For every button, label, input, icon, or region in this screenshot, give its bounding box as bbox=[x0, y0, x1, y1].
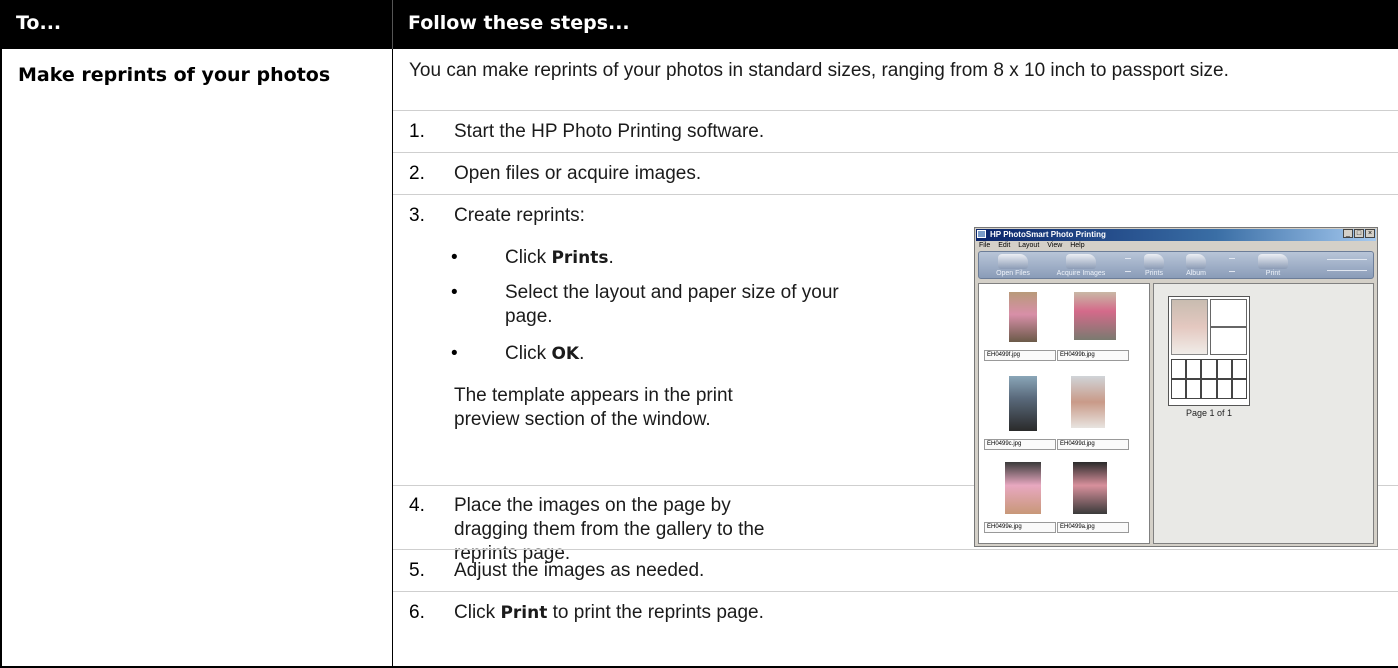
maximize-icon: □ bbox=[1354, 229, 1364, 238]
substep-text: Click Prints. bbox=[505, 247, 614, 268]
page-caption: Page 1 of 1 bbox=[1185, 408, 1233, 418]
thumbnail-photo bbox=[1009, 292, 1037, 342]
step-text: Create reprints: bbox=[454, 205, 585, 226]
toolbar-separator bbox=[1125, 258, 1131, 272]
toolbar-grip bbox=[1327, 259, 1367, 271]
toolbar-separator bbox=[1229, 258, 1235, 272]
minimize-icon: _ bbox=[1343, 229, 1353, 238]
layout-slot bbox=[1210, 299, 1247, 327]
step-number: 4. bbox=[409, 495, 425, 516]
header-steps: Follow these steps... bbox=[408, 12, 630, 34]
step-text: Click Print to print the reprints page. bbox=[454, 602, 764, 623]
menu-layout: Layout bbox=[1018, 242, 1040, 249]
step-text: Start the HP Photo Printing software. bbox=[454, 121, 765, 142]
close-icon: × bbox=[1365, 229, 1375, 238]
menu-edit: Edit bbox=[998, 242, 1011, 249]
thumbnail-photo bbox=[1074, 292, 1116, 340]
thumbnail-photo bbox=[1073, 462, 1107, 514]
album-icon bbox=[1186, 254, 1206, 269]
thumbnail-caption: EH0499e.jpg bbox=[984, 522, 1056, 533]
thumbnail-caption: EH0499f.jpg bbox=[984, 350, 1056, 361]
intro-row: You can make reprints of your photos in … bbox=[393, 49, 1398, 110]
menu-bar: File Edit Layout View Help bbox=[979, 242, 1091, 249]
keyword-prints: Prints bbox=[551, 248, 609, 268]
step-number: 5. bbox=[409, 560, 425, 581]
print-preview: Page 1 of 1 bbox=[1153, 283, 1374, 544]
toolbar-acquire-images: Acquire Images bbox=[1051, 254, 1111, 277]
step-row: 6. Click Print to print the reprints pag… bbox=[393, 591, 1398, 666]
intro-text: You can make reprints of your photos in … bbox=[409, 60, 1229, 81]
toolbar-prints: Prints bbox=[1137, 254, 1171, 277]
step-text: Adjust the images as needed. bbox=[454, 560, 705, 581]
task-title: Make reprints of your photos bbox=[18, 64, 331, 86]
window-controls: _ □ × bbox=[1343, 229, 1375, 238]
toolbar: Open Files Acquire Images Prints Album P… bbox=[978, 251, 1374, 279]
reprint-page bbox=[1168, 296, 1250, 406]
bullet: • bbox=[451, 282, 458, 303]
thumbnail-caption: EH0499b.jpg bbox=[1057, 350, 1129, 361]
header-divider bbox=[392, 0, 393, 49]
step-row: 5. Adjust the images as needed. bbox=[393, 549, 1398, 591]
keyword-print: Print bbox=[500, 603, 548, 623]
step-number: 3. bbox=[409, 205, 425, 226]
open-files-icon bbox=[998, 254, 1028, 269]
bullet: • bbox=[451, 247, 458, 268]
bullet: • bbox=[451, 343, 458, 364]
step-text: Open files or acquire images. bbox=[454, 163, 702, 184]
table-header: To... Follow these steps... bbox=[0, 0, 1398, 49]
header-to: To... bbox=[16, 12, 62, 34]
hp-photo-printing-screenshot: HP PhotoSmart Photo Printing _ □ × File … bbox=[974, 227, 1378, 547]
menu-file: File bbox=[979, 242, 991, 249]
menu-view: View bbox=[1047, 242, 1063, 249]
printer-icon bbox=[1258, 254, 1288, 269]
keyword-ok: OK bbox=[551, 344, 580, 364]
step-number: 2. bbox=[409, 163, 425, 184]
step-row: 2. Open files or acquire images. bbox=[393, 152, 1398, 194]
thumbnail-photo bbox=[1071, 376, 1105, 428]
layout-slot bbox=[1210, 327, 1247, 355]
prints-icon bbox=[1144, 254, 1164, 269]
task-cell: Make reprints of your photos bbox=[0, 49, 393, 668]
step-number: 1. bbox=[409, 121, 425, 142]
substep-text: Click OK. bbox=[505, 343, 585, 364]
step-row: 1. Start the HP Photo Printing software. bbox=[393, 110, 1398, 152]
instruction-table: To... Follow these steps... Make reprint… bbox=[0, 0, 1398, 668]
toolbar-album: Album bbox=[1179, 254, 1213, 277]
placed-photo bbox=[1171, 299, 1208, 355]
template-note: The template appears in the print previe… bbox=[454, 385, 733, 430]
substep-text: Select the layout and paper size of your… bbox=[505, 282, 839, 327]
thumbnail-caption: EH0499a.jpg bbox=[1057, 522, 1129, 533]
photo-gallery: EH0499f.jpg EH0499b.jpg EH0499c.jpg EH04… bbox=[978, 283, 1150, 544]
step-number: 6. bbox=[409, 602, 425, 623]
toolbar-open-files: Open Files bbox=[991, 254, 1035, 277]
acquire-images-icon bbox=[1066, 254, 1096, 269]
thumbnail-caption: EH0499c.jpg bbox=[984, 439, 1056, 450]
menu-help: Help bbox=[1070, 242, 1085, 249]
thumbnail-photo bbox=[1009, 376, 1037, 431]
toolbar-print: Print bbox=[1249, 254, 1297, 277]
app-icon bbox=[977, 230, 986, 238]
thumbnail-photo bbox=[1005, 462, 1041, 514]
window-title: HP PhotoSmart Photo Printing bbox=[976, 229, 1376, 241]
layout-grid bbox=[1171, 359, 1247, 399]
thumbnail-caption: EH0499d.jpg bbox=[1057, 439, 1129, 450]
